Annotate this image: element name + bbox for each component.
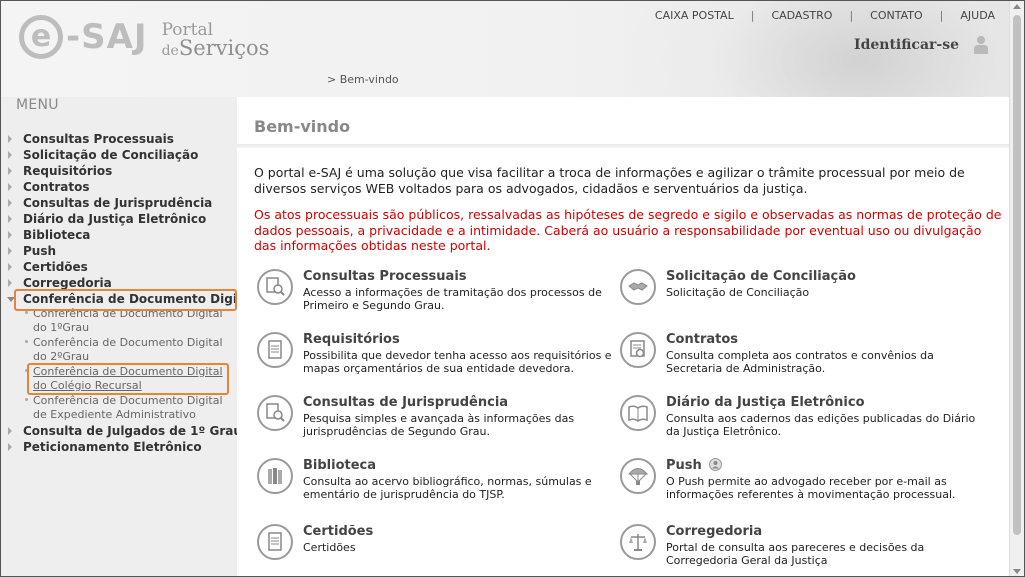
top-link-separator: |	[939, 9, 944, 22]
sidebar: MENU Consultas Processuais Solicitação d…	[1, 97, 255, 576]
user-icon[interactable]	[973, 35, 989, 55]
title-divider	[237, 144, 1011, 148]
sidebar-menu: Consultas Processuais Solicitação de Con…	[1, 131, 255, 455]
service-desc: Solicitação de Conciliação	[666, 286, 810, 299]
sidebar-subitem-conferencia-expediente[interactable]: Conferência de Documento Digital de Expe…	[1, 394, 229, 422]
sidebar-item-peticionamento[interactable]: Peticionamento Eletrônico	[1, 439, 237, 455]
parachute-icon	[620, 458, 656, 494]
sidebar-item-conferencia-documento[interactable]: Conferência de Documento Digital	[1, 291, 255, 307]
sidebar-item-requisitorios[interactable]: Requisitórios	[1, 163, 237, 179]
vertical-scrollbar[interactable]	[1009, 1, 1024, 576]
logo-portal-prefix: de	[161, 43, 179, 59]
logo-portal-line2: deServiços	[161, 36, 270, 60]
menu-title: MENU	[16, 97, 59, 113]
service-desc: Portal de consulta aos pareceres e decis…	[666, 541, 925, 567]
user-login-icon	[709, 458, 723, 471]
top-link-caixa-postal[interactable]: CAIXA POSTAL	[655, 9, 734, 22]
sidebar-item-consultas-jurisprudencia[interactable]: Consultas de Jurisprudência	[1, 195, 237, 211]
top-link-ajuda[interactable]: AJUDA	[960, 9, 995, 22]
top-links: CAIXA POSTAL | CADASTRO | CONTATO | AJUD…	[655, 9, 995, 22]
service-desc: Acesso a informações de tramitação dos p…	[303, 286, 602, 312]
certificate-icon	[620, 332, 656, 368]
service-title[interactable]: Requisitórios	[303, 332, 400, 347]
handshake-icon	[620, 269, 656, 305]
breadcrumb: > Bem-vindo	[327, 73, 399, 86]
browser-viewport: e -SAJ Portal deServiços CAIXA POSTAL | …	[0, 0, 1025, 577]
service-title[interactable]: Push	[666, 458, 723, 473]
intro-text: O portal e-SAJ é uma solução que visa fa…	[254, 165, 965, 196]
books-icon	[257, 458, 293, 494]
service-title[interactable]: Consultas Processuais	[303, 269, 467, 284]
service-title[interactable]: Contratos	[666, 332, 738, 347]
identify-link[interactable]: Identificar-se	[854, 37, 959, 53]
top-link-contato[interactable]: CONTATO	[870, 9, 922, 22]
service-title[interactable]: Diário da Justiça Eletrônico	[666, 395, 865, 410]
service-desc: Consulta ao acervo bibliográfico, normas…	[303, 475, 592, 501]
service-desc: Pesquisa simples e avançada às informaçõ…	[303, 412, 575, 438]
sidebar-item-consultas-processuais[interactable]: Consultas Processuais	[1, 131, 237, 147]
scales-icon	[620, 524, 656, 560]
scroll-down-arrow-icon[interactable]	[1013, 569, 1021, 574]
top-link-separator: |	[750, 9, 755, 22]
sidebar-item-solicitacao-conciliacao[interactable]: Solicitação de Conciliação	[1, 147, 237, 163]
logo-e-icon: e	[19, 15, 63, 59]
esaj-logo[interactable]: e -SAJ Portal deServiços	[19, 15, 269, 63]
service-title[interactable]: Corregedoria	[666, 524, 762, 539]
sidebar-subitem-conferencia-2grau[interactable]: Conferência de Documento Digital do 2ºGr…	[1, 336, 229, 364]
sidebar-item-consulta-julgados[interactable]: Consulta de Julgados de 1º Grau	[1, 423, 242, 439]
sidebar-item-diario-justica[interactable]: Diário da Justiça Eletrônico	[1, 211, 237, 227]
open-book-icon	[620, 395, 656, 431]
scroll-up-arrow-icon[interactable]	[1013, 4, 1021, 9]
logo-saj-text: -SAJ	[66, 17, 148, 57]
sidebar-item-certidoes[interactable]: Certidões	[1, 259, 237, 275]
service-title[interactable]: Consultas de Jurisprudência	[303, 395, 508, 410]
sidebar-subitem-conferencia-1grau[interactable]: Conferência de Documento Digital do 1ºGr…	[1, 307, 229, 335]
service-desc: O Push permite ao advogado receber por e…	[666, 475, 956, 501]
sidebar-item-contratos[interactable]: Contratos	[1, 179, 237, 195]
main-content: Bem-vindo O portal e-SAJ é uma solução q…	[237, 97, 1011, 576]
page-title: Bem-vindo	[254, 117, 351, 136]
document-icon	[257, 332, 293, 368]
privacy-warning: Os atos processuais são públicos, ressal…	[254, 207, 1002, 253]
service-title[interactable]: Solicitação de Conciliação	[666, 269, 856, 284]
service-desc: Consulta completa aos contratos e convên…	[666, 349, 934, 375]
sidebar-item-corregedoria[interactable]: Corregedoria	[1, 275, 237, 291]
logo-portal-text: Portal deServiços	[162, 21, 270, 60]
search-document-icon	[257, 395, 293, 431]
header: e -SAJ Portal deServiços CAIXA POSTAL | …	[1, 1, 1011, 201]
sidebar-subitem-conferencia-colegio-recursal[interactable]: Conferência de Documento Digital do Colé…	[1, 365, 229, 393]
sidebar-item-biblioteca[interactable]: Biblioteca	[1, 227, 237, 243]
top-link-cadastro[interactable]: CADASTRO	[771, 9, 832, 22]
service-title[interactable]: Biblioteca	[303, 458, 376, 473]
scroll-thumb[interactable]	[1013, 15, 1021, 535]
service-desc: Possibilita que devedor tenha acesso aos…	[303, 349, 612, 375]
logo-portal-main: Serviços	[178, 36, 270, 60]
search-document-icon	[257, 269, 293, 305]
service-desc: Consulta aos cadernos das edições public…	[666, 412, 976, 438]
service-desc: Certidões	[303, 541, 356, 554]
sidebar-item-push[interactable]: Push	[1, 243, 237, 259]
service-title-text: Push	[666, 458, 702, 473]
document-icon	[257, 524, 293, 560]
service-title[interactable]: Certidões	[303, 524, 373, 539]
top-link-separator: |	[849, 9, 854, 22]
